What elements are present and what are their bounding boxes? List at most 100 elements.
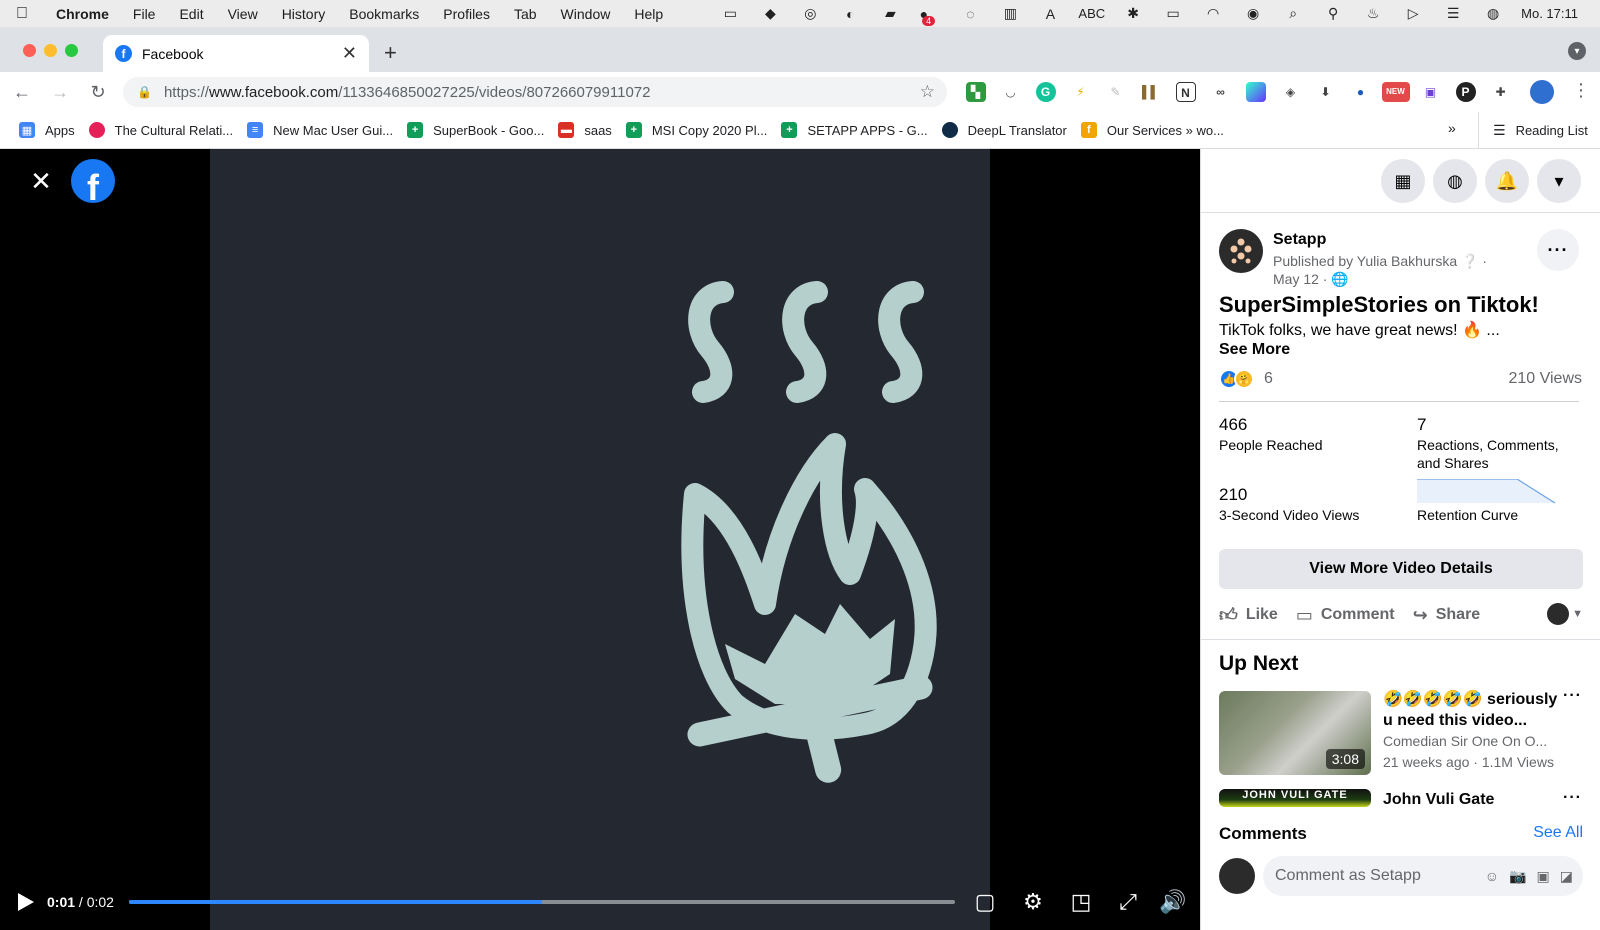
bookmark-apps[interactable]: ▦ Apps <box>12 122 82 138</box>
window-minimize-button[interactable] <box>44 44 57 57</box>
input-source-icon[interactable]: A <box>1030 6 1070 22</box>
profile-avatar[interactable] <box>1530 80 1554 104</box>
comment-button[interactable]: ▭ Comment <box>1296 605 1395 626</box>
notification-icon[interactable]: ●4 <box>910 6 950 26</box>
play-icon[interactable] <box>14 891 36 913</box>
pocket-icon[interactable]: ◡ <box>993 72 1028 112</box>
video-options-icon[interactable]: ··· <box>1563 789 1582 807</box>
interact-as-selector[interactable]: ▼ <box>1547 603 1583 625</box>
back-button[interactable]: ← <box>6 76 38 108</box>
p-extension-icon[interactable]: P <box>1448 72 1483 112</box>
help-icon[interactable]: ❔ <box>1461 253 1478 269</box>
battery-charging-icon[interactable]: ▭ <box>710 5 750 22</box>
video-options-icon[interactable]: ··· <box>1563 687 1582 705</box>
share-button[interactable]: ↪ Share <box>1413 605 1481 626</box>
menu-window[interactable]: Window <box>549 6 623 22</box>
up-next-video-title[interactable]: John Vuli Gate <box>1383 789 1563 810</box>
input-source-label[interactable]: ABC <box>1070 6 1113 21</box>
post-date[interactable]: May 12 · 🌐 <box>1273 271 1349 288</box>
user-icon[interactable]: ◉ <box>1233 5 1273 22</box>
apple-menu-icon[interactable]:  <box>0 5 44 23</box>
tab-search-icon[interactable]: ▾ <box>1568 42 1586 60</box>
bookmark-deepl[interactable]: DeepL Translator <box>935 122 1074 138</box>
sticker-icon[interactable]: ◪ <box>1560 868 1573 885</box>
grammarly-icon[interactable]: G <box>1028 72 1063 112</box>
notion-icon[interactable]: N <box>1168 72 1203 112</box>
up-next-video-channel[interactable]: Comedian Sir One On O... <box>1383 733 1547 749</box>
bookmark-superbook[interactable]: + SuperBook - Goo... <box>400 122 551 138</box>
bookmark-cultural[interactable]: The Cultural Relati... <box>82 122 241 138</box>
reading-list-button[interactable]: ☰ Reading List <box>1478 112 1588 148</box>
menu-app-name[interactable]: Chrome <box>44 6 121 22</box>
post-options-button[interactable]: ··· <box>1537 229 1579 271</box>
menubar-clock[interactable]: Mo. 17:11 <box>1513 6 1586 21</box>
see-all-comments-link[interactable]: See All <box>1533 824 1583 842</box>
download-icon[interactable]: ⬇ <box>1308 72 1343 112</box>
close-icon[interactable]: ✕ <box>27 166 55 196</box>
pen-icon[interactable]: ✎ <box>1098 72 1133 112</box>
fullscreen-icon[interactable]: ⤢ <box>1115 889 1141 915</box>
menu-edit[interactable]: Edit <box>167 6 215 22</box>
bookmark-star-icon[interactable]: ☆ <box>920 82 935 102</box>
lock-icon[interactable]: 🔒 <box>137 85 152 99</box>
notifications-bell-icon[interactable]: 🔔 <box>1485 159 1529 203</box>
camera-icon[interactable]: 📷 <box>1509 868 1526 885</box>
account-chevron-down-icon[interactable]: ▾ <box>1537 159 1581 203</box>
bookmark-our-services[interactable]: f Our Services » wo... <box>1074 122 1231 138</box>
volume-icon[interactable]: 🔊 <box>1159 889 1186 915</box>
up-next-video-title[interactable]: 🤣🤣🤣🤣🤣 seriously u need this video... <box>1383 689 1563 731</box>
window-close-button[interactable] <box>23 44 36 57</box>
menu-grid-icon[interactable]: ▦ <box>1381 159 1425 203</box>
messenger-icon[interactable]: ◍ <box>1433 159 1477 203</box>
view-more-details-button[interactable]: View More Video Details <box>1219 549 1583 589</box>
menu-tab[interactable]: Tab <box>502 6 549 22</box>
comment-input[interactable]: Comment as Setapp ☺ 📷 ▣ ◪ <box>1263 856 1583 896</box>
purple-extension-icon[interactable]: ▣ <box>1413 72 1448 112</box>
gradient-extension-icon[interactable] <box>1238 72 1273 112</box>
control-center-icon[interactable]: ☰ <box>1433 5 1473 22</box>
page-name[interactable]: Setapp <box>1273 231 1326 249</box>
bookmark-extension-icon[interactable]: ▌▌ <box>1133 72 1168 112</box>
bluetooth-icon[interactable]: ✱ <box>1113 5 1153 22</box>
loading-icon[interactable]: ◌ <box>950 6 990 22</box>
forward-button[interactable]: → <box>44 76 76 108</box>
reactions-summary[interactable]: 👍 🤗 6 <box>1219 367 1273 391</box>
menu-history[interactable]: History <box>270 6 338 22</box>
dropbox-icon[interactable]: ◆ <box>750 5 790 22</box>
puzzle-icon[interactable]: ✚ <box>1483 72 1518 112</box>
bolt-icon[interactable]: ⚡ <box>1063 72 1098 112</box>
user-extension-icon[interactable]: ● <box>1343 72 1378 112</box>
video-thumbnail[interactable]: JOHN VULI GATE <box>1219 789 1371 807</box>
window-zoom-button[interactable] <box>65 44 78 57</box>
like-button[interactable]: 👍︎ Like <box>1219 604 1278 626</box>
video-frame[interactable] <box>210 149 990 930</box>
settings-gear-icon[interactable]: ⚙ <box>1020 889 1046 915</box>
bookmark-msi[interactable]: + MSI Copy 2020 Pl... <box>619 122 775 138</box>
wifi-icon[interactable]: ◠ <box>1193 5 1233 22</box>
folder-icon[interactable]: ▰ <box>870 5 910 22</box>
tab-close-icon[interactable]: ✕ <box>342 43 357 64</box>
video-progress-bar[interactable] <box>129 900 955 904</box>
see-more-link[interactable]: See More <box>1219 341 1290 359</box>
flame-icon[interactable]: ♨ <box>1353 5 1393 22</box>
extension-green-icon[interactable]: ▚ <box>958 72 993 112</box>
tracker-icon[interactable]: ∞ <box>1203 72 1238 112</box>
picture-in-picture-icon[interactable]: ◳ <box>1068 889 1094 915</box>
bookmark-mac-user[interactable]: ≡ New Mac User Gui... <box>240 122 400 138</box>
chrome-menu-icon[interactable]: ⋮ <box>1572 80 1590 101</box>
battery-icon[interactable]: ▭ <box>1153 5 1193 22</box>
bookmark-setapp-apps[interactable]: + SETAPP APPS - G... <box>774 122 934 138</box>
menu-view[interactable]: View <box>216 6 270 22</box>
gif-icon[interactable]: ▣ <box>1537 868 1550 885</box>
video-player[interactable]: ✕ f 0:01 / 0:02 ▢ ⚙ ◳ ⤢ 🔊 <box>0 149 1200 930</box>
camera-icon[interactable]: ◎ <box>790 5 830 22</box>
video-thumbnail[interactable]: 3:08 <box>1219 691 1371 775</box>
play-circle-icon[interactable]: ▷ <box>1393 5 1433 22</box>
keyboard-icon[interactable]: ▥ <box>990 5 1030 22</box>
emoji-icon[interactable]: ☺ <box>1485 868 1499 884</box>
bookmarks-overflow-button[interactable]: » <box>1448 120 1456 136</box>
menu-profiles[interactable]: Profiles <box>431 6 502 22</box>
menu-file[interactable]: File <box>121 6 168 22</box>
menu-bookmarks[interactable]: Bookmarks <box>337 6 431 22</box>
bookmark-saas[interactable]: ▬ saas <box>551 122 618 138</box>
